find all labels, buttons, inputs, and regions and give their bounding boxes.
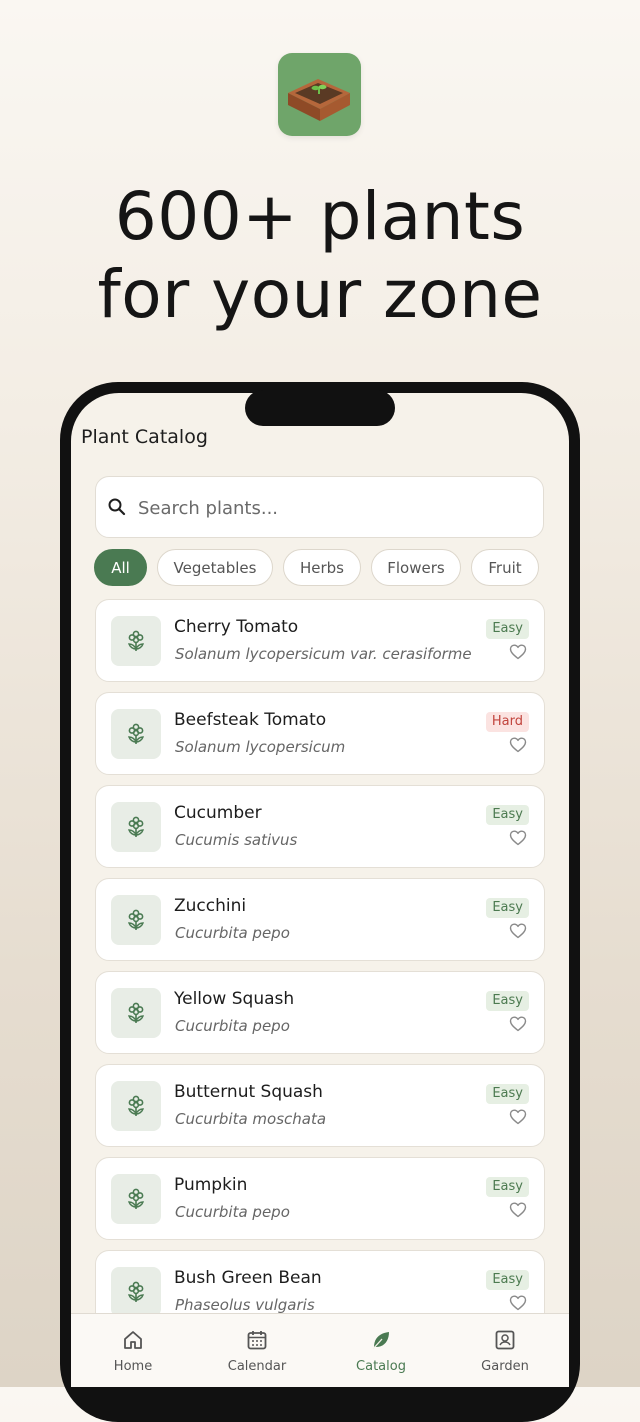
page-title: Plant Catalog xyxy=(81,426,208,448)
plant-scientific-name: Cucurbita pepo xyxy=(175,1203,290,1221)
favorite-heart-icon[interactable] xyxy=(509,1016,527,1032)
plant-name: Butternut Squash xyxy=(174,1082,323,1102)
raised-bed-icon xyxy=(288,79,350,121)
plant-card[interactable]: Pumpkin Cucurbita pepo Easy xyxy=(95,1157,545,1240)
filter-chip-all[interactable]: All xyxy=(94,549,147,586)
flower-icon xyxy=(128,1002,144,1023)
favorite-heart-icon[interactable] xyxy=(509,644,527,660)
favorite-heart-icon[interactable] xyxy=(509,1202,527,1218)
search-bar[interactable] xyxy=(95,476,544,538)
plant-scientific-name: Phaseolus vulgaris xyxy=(175,1296,315,1314)
difficulty-badge: Easy xyxy=(486,1270,529,1290)
plant-name: Yellow Squash xyxy=(174,989,295,1009)
nav-garden[interactable]: Garden xyxy=(443,1314,567,1387)
search-input[interactable] xyxy=(136,491,530,525)
difficulty-badge: Easy xyxy=(486,1177,529,1197)
phone-notch xyxy=(245,390,395,426)
plant-name: Cucumber xyxy=(174,803,262,823)
plant-name: Pumpkin xyxy=(174,1175,248,1195)
headline-line-2: for your zone xyxy=(97,256,543,333)
nav-garden-label: Garden xyxy=(481,1359,529,1374)
nav-home-label: Home xyxy=(113,1359,153,1374)
plant-thumbnail xyxy=(111,616,161,666)
nav-home[interactable]: Home xyxy=(71,1314,195,1387)
plant-name: Bush Green Bean xyxy=(174,1268,322,1288)
plant-scientific-name: Cucurbita pepo xyxy=(175,1017,290,1035)
plant-card[interactable]: Butternut Squash Cucurbita moschata Easy xyxy=(95,1064,545,1147)
flower-icon xyxy=(128,1095,144,1116)
app-icon xyxy=(278,53,361,136)
favorite-heart-icon[interactable] xyxy=(509,830,527,846)
search-icon xyxy=(108,498,126,516)
nav-catalog[interactable]: Catalog xyxy=(319,1314,443,1387)
plant-card[interactable]: Cherry Tomato Solanum lycopersicum var. … xyxy=(95,599,545,682)
headline-line-1: 600+ plants xyxy=(114,178,526,255)
flower-icon xyxy=(128,1281,144,1302)
plant-scientific-name: Cucurbita moschata xyxy=(175,1110,327,1128)
plant-card[interactable]: Beefsteak Tomato Solanum lycopersicum Ha… xyxy=(95,692,545,775)
calendar-icon xyxy=(247,1331,267,1350)
plant-thumbnail xyxy=(111,1174,161,1224)
plant-scientific-name: Cucumis sativus xyxy=(175,831,298,849)
flower-icon xyxy=(128,909,144,930)
difficulty-badge: Easy xyxy=(486,991,529,1011)
plant-thumbnail xyxy=(111,988,161,1038)
plant-thumbnail xyxy=(111,895,161,945)
plant-name: Zucchini xyxy=(174,896,247,916)
plant-thumbnail xyxy=(111,1267,161,1317)
plant-name: Beefsteak Tomato xyxy=(174,710,327,730)
leaf-icon xyxy=(372,1332,389,1350)
filter-chip-vegetables[interactable]: Vegetables xyxy=(157,549,273,586)
nav-calendar[interactable]: Calendar xyxy=(195,1314,319,1387)
difficulty-badge: Easy xyxy=(486,619,529,639)
plant-thumbnail xyxy=(111,802,161,852)
plant-card[interactable]: Yellow Squash Cucurbita pepo Easy xyxy=(95,971,545,1054)
bottom-nav: Home Calendar Catalog Garden xyxy=(71,1313,569,1387)
flower-icon xyxy=(128,1188,144,1209)
flower-icon xyxy=(128,816,144,837)
difficulty-badge: Easy xyxy=(486,805,529,825)
plant-thumbnail xyxy=(111,709,161,759)
filter-chip-herbs[interactable]: Herbs xyxy=(283,549,361,586)
favorite-heart-icon[interactable] xyxy=(509,923,527,939)
filter-chip-fruit[interactable]: Fruit xyxy=(471,549,539,586)
favorite-heart-icon[interactable] xyxy=(509,1295,527,1311)
filter-chip-flowers[interactable]: Flowers xyxy=(371,549,461,586)
phone-screen: Plant Catalog All Vegetables Herbs Flowe… xyxy=(71,393,569,1387)
plant-scientific-name: Solanum lycopersicum var. cerasiforme xyxy=(175,645,472,663)
favorite-heart-icon[interactable] xyxy=(509,1109,527,1125)
favorite-heart-icon[interactable] xyxy=(509,737,527,753)
plant-scientific-name: Solanum lycopersicum xyxy=(175,738,346,756)
nav-catalog-label: Catalog xyxy=(356,1359,406,1374)
nav-calendar-label: Calendar xyxy=(227,1359,287,1374)
difficulty-badge: Hard xyxy=(485,712,529,732)
flower-icon xyxy=(128,630,144,651)
plant-card[interactable]: Zucchini Cucurbita pepo Easy xyxy=(95,878,545,961)
plant-name: Cherry Tomato xyxy=(174,617,299,637)
difficulty-badge: Easy xyxy=(486,898,529,918)
plant-thumbnail xyxy=(111,1081,161,1131)
home-icon xyxy=(124,1331,142,1349)
plant-card[interactable]: Cucumber Cucumis sativus Easy xyxy=(95,785,545,868)
plant-scientific-name: Cucurbita pepo xyxy=(175,924,290,942)
garden-icon xyxy=(495,1330,515,1350)
difficulty-badge: Easy xyxy=(486,1084,529,1104)
flower-icon xyxy=(128,723,144,744)
